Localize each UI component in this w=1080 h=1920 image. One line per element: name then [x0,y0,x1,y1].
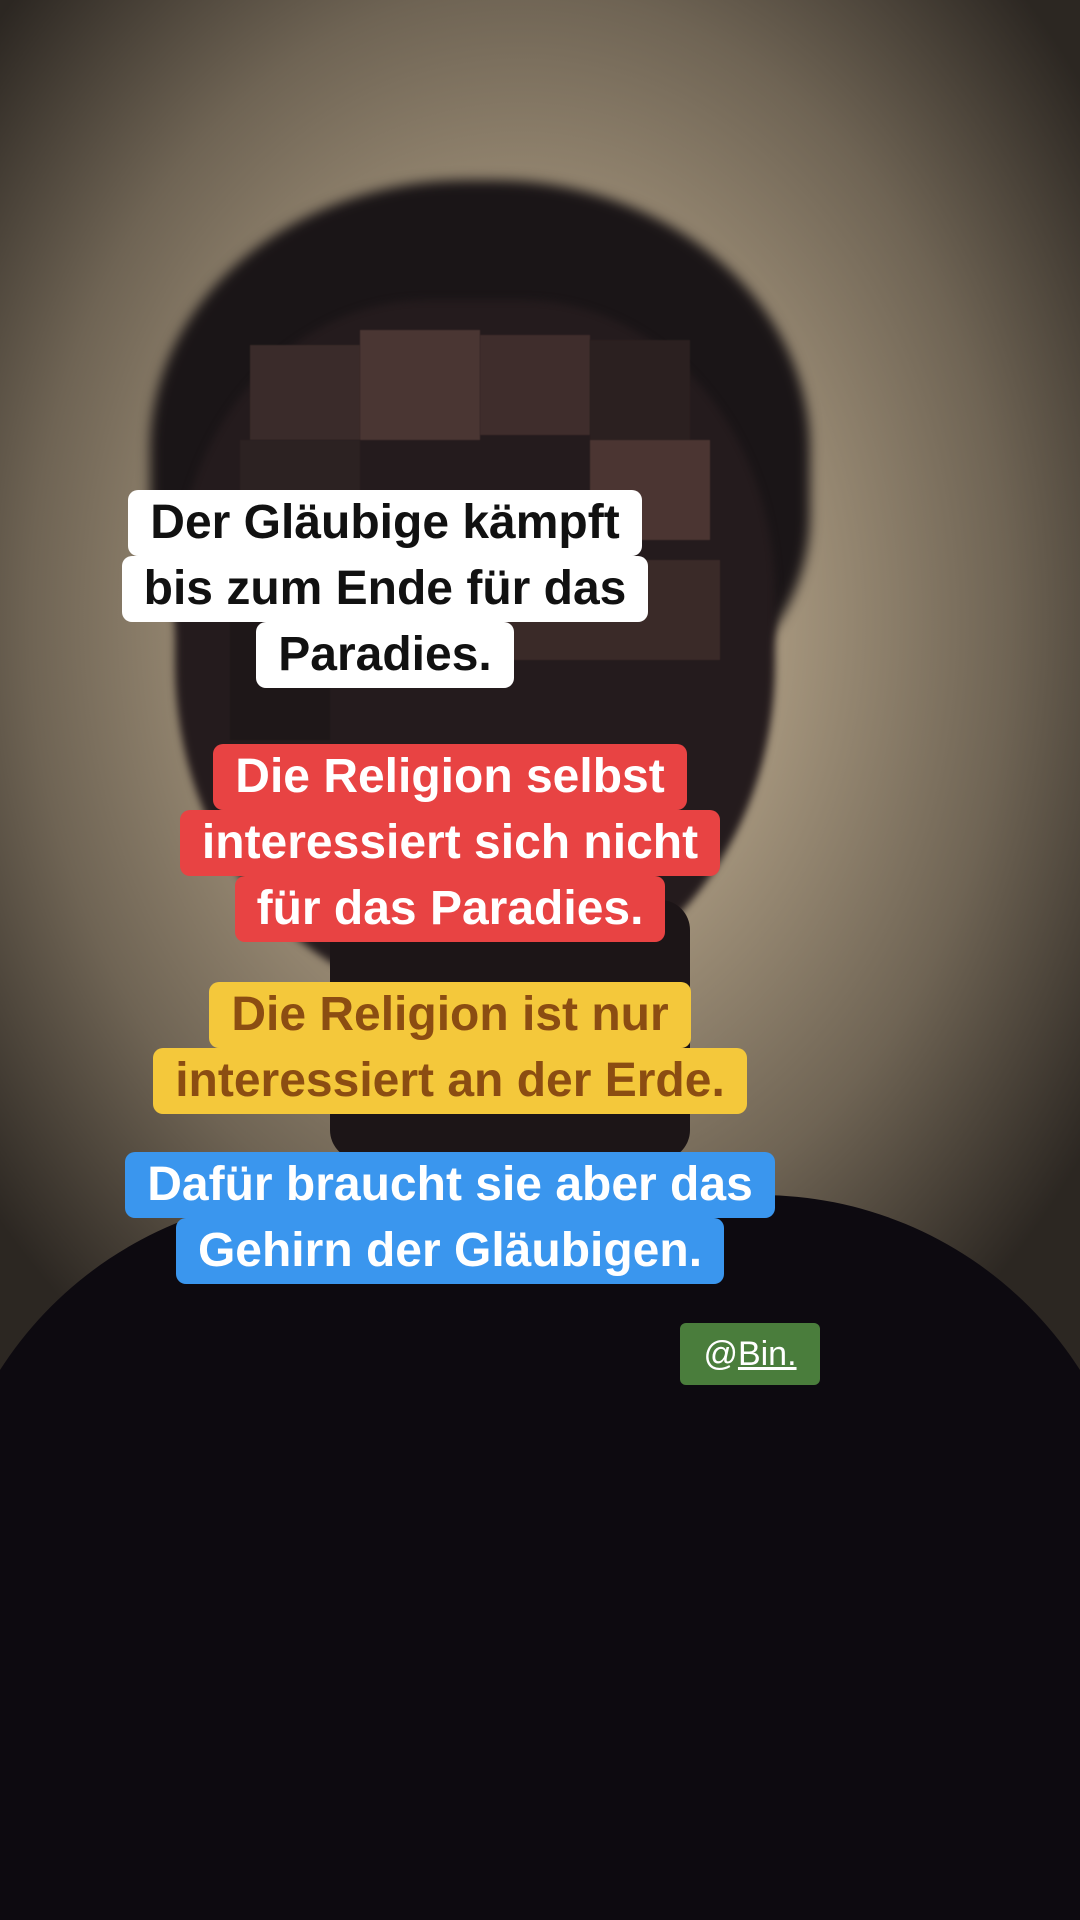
video-frame [0,0,1080,1920]
caption-4-line-1: Dafür braucht sie aber das [125,1152,775,1218]
mention-handle[interactable]: Bin. [738,1335,797,1373]
caption-3-line-2: interessiert an der Erde. [153,1048,747,1114]
caption-3: Die Religion ist nur interessiert an der… [0,982,1080,1114]
caption-2-line-3: für das Paradies. [234,876,666,942]
caption-1: Der Gläubige kämpft bis zum Ende für das… [0,490,1080,688]
mention-at-symbol: @ [703,1335,738,1373]
caption-1-line-3: Paradies. [256,622,514,688]
caption-1-line-1: Der Gläubige kämpft [128,490,642,556]
caption-1-line-2: bis zum Ende für das [121,556,649,622]
caption-4-line-2: Gehirn der Gläubigen. [175,1218,725,1284]
caption-2-line-1: Die Religion selbst [213,744,687,810]
person-shirt [0,1195,1080,1920]
mention-tag[interactable]: @Bin. [680,1323,820,1385]
caption-3-line-1: Die Religion ist nur [209,982,691,1048]
caption-4: Dafür braucht sie aber das Gehirn der Gl… [0,1152,1080,1284]
caption-2: Die Religion selbst interessiert sich ni… [0,744,1080,942]
caption-2-line-2: interessiert sich nicht [179,810,721,876]
